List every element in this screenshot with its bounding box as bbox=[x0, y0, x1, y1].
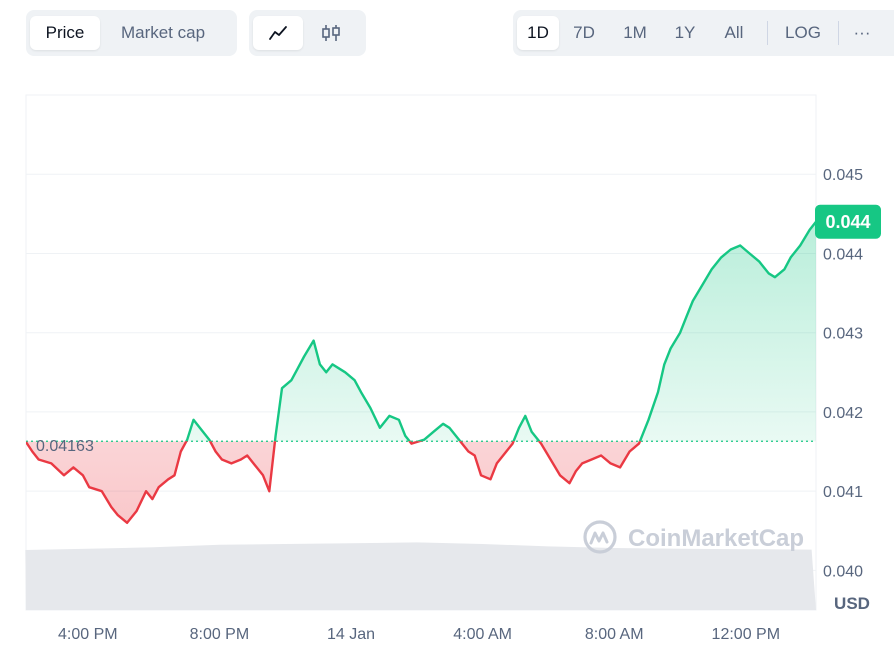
volume-area bbox=[25, 542, 817, 610]
y-tick-label: 0.045 bbox=[823, 167, 863, 184]
coinmarketcap-logo-icon bbox=[583, 520, 617, 554]
volume-area-shape bbox=[25, 542, 817, 610]
watermark: CoinMarketCap bbox=[583, 520, 804, 554]
current-price-badge: 0.044 bbox=[815, 204, 881, 239]
currency-label: USD bbox=[834, 594, 870, 613]
x-tick-label: 14 Jan bbox=[327, 626, 375, 643]
x-tick-label: 4:00 AM bbox=[453, 626, 512, 643]
x-axis: 4:00 PM 8:00 PM 14 Jan 4:00 AM 8:00 AM 12:00 … bbox=[58, 626, 780, 643]
x-tick-label: 12:00 PM bbox=[712, 626, 780, 643]
y-tick-label: 0.041 bbox=[823, 484, 863, 501]
y-tick-label: 0.042 bbox=[823, 405, 863, 422]
baseline-label: 0.04163 bbox=[36, 438, 94, 455]
x-tick-label: 8:00 PM bbox=[190, 626, 250, 643]
x-tick-label: 8:00 AM bbox=[585, 626, 644, 643]
y-tick-label: 0.043 bbox=[823, 326, 863, 343]
price-area bbox=[26, 221, 816, 523]
price-chart[interactable]: CoinMarketCap 0.04163 0.040 0.041 0.042 0.0… bbox=[0, 0, 894, 648]
current-price-label: 0.044 bbox=[825, 212, 870, 232]
watermark-text: CoinMarketCap bbox=[628, 525, 804, 552]
x-tick-label: 4:00 PM bbox=[58, 626, 118, 643]
y-tick-label: 0.040 bbox=[823, 563, 863, 580]
y-tick-label: 0.044 bbox=[823, 246, 863, 263]
